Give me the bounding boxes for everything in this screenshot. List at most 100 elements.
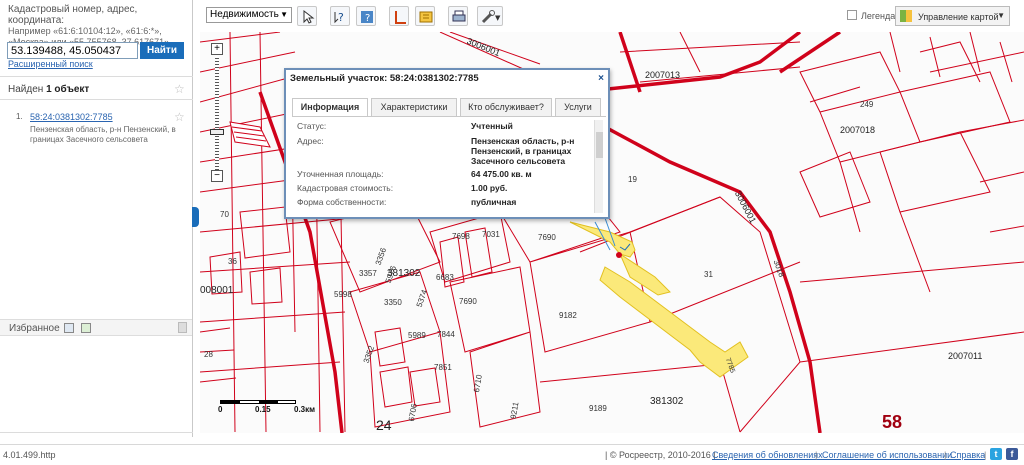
- separator: |: [944, 450, 947, 460]
- trash-icon[interactable]: [178, 322, 187, 333]
- legend-label: Легенда: [861, 11, 896, 21]
- separator: |: [984, 450, 987, 460]
- favorites-import-icon[interactable]: [81, 323, 91, 333]
- map-label: 19: [628, 175, 637, 184]
- cost-value: 1.00 руб.: [471, 183, 508, 193]
- map-label: 5989: [408, 331, 426, 340]
- map-label: 24: [376, 417, 392, 433]
- map-label: 31: [704, 270, 713, 279]
- version-label: 4.01.499.http: [3, 450, 56, 460]
- map-label: 7698: [452, 232, 470, 241]
- zoom-in-button[interactable]: +: [211, 43, 223, 55]
- map-management-button[interactable]: Управление картой ▼: [895, 6, 1010, 26]
- favorites-bar: Избранное: [0, 319, 192, 336]
- measure-icon[interactable]: [389, 6, 409, 26]
- realty-select[interactable]: Недвижимость ▼: [206, 7, 292, 23]
- info-icon[interactable]: ?: [356, 6, 376, 26]
- divider: [0, 99, 193, 100]
- collapse-panel-handle[interactable]: [192, 207, 199, 227]
- tab-information[interactable]: Информация: [292, 98, 368, 117]
- divider: [0, 76, 193, 77]
- map-label: 2007013: [645, 70, 681, 80]
- address-value: Пензенская область, р-н Пензенский, в гр…: [471, 136, 575, 166]
- map-label: 7851: [434, 363, 452, 372]
- tab-who-serves[interactable]: Кто обслуживает?: [460, 98, 552, 116]
- region-number-label: 58: [882, 412, 903, 432]
- map-label: 3357: [359, 269, 377, 278]
- select-icon[interactable]: [297, 6, 317, 26]
- area-value: 64 475.00 кв. м: [471, 169, 532, 179]
- map-label: 70: [220, 210, 229, 219]
- found-count: Найден 1 объект: [8, 84, 89, 95]
- scrollbar-thumb[interactable]: [596, 132, 603, 158]
- result-number: 1.: [16, 112, 23, 121]
- close-icon[interactable]: ×: [598, 73, 604, 84]
- found-count-value: 1 объект: [46, 84, 90, 95]
- layers-icon[interactable]: [415, 6, 435, 26]
- svg-text:?: ?: [365, 13, 370, 24]
- updates-link[interactable]: Сведения об обновлениях: [712, 450, 823, 460]
- identify-icon[interactable]: ?: [330, 6, 350, 26]
- map-label: 5998: [334, 290, 352, 299]
- popup-title: Земельный участок: 58:24:0381302:7785: [290, 73, 479, 84]
- tab-services[interactable]: Услуги: [555, 98, 601, 116]
- scale-zero: 0: [218, 405, 223, 414]
- advanced-search-link[interactable]: Расширенный поиск: [8, 59, 93, 69]
- search-sidebar: Кадастровый номер, адрес, координата: На…: [0, 0, 193, 437]
- zoom-slider-track[interactable]: [215, 56, 219, 170]
- search-input[interactable]: [7, 42, 138, 59]
- svg-text:▼: ▼: [495, 14, 501, 22]
- help-link[interactable]: Справка: [950, 450, 985, 460]
- toolbar: Недвижимость ▼ ? ? ▼ Легенда Управление …: [198, 0, 1024, 32]
- scale-mid: 0.15: [255, 405, 271, 414]
- result-address: Пензенская область, р-н Пензенский, в гр…: [30, 125, 176, 144]
- map-label: 3350: [384, 298, 402, 307]
- parcel-info-popup: Земельный участок: 58:24:0381302:7785 × …: [284, 68, 610, 219]
- map-label: 2007018: [840, 125, 876, 135]
- legend-checkbox[interactable]: [847, 10, 857, 20]
- map-label: 9189: [589, 404, 607, 413]
- footer: 4.01.499.http | © Росреестр, 2010-2016 |…: [0, 444, 1024, 465]
- divider: [0, 432, 193, 433]
- favorites-export-icon[interactable]: [64, 323, 74, 333]
- separator: |: [815, 450, 818, 460]
- zoom-out-button[interactable]: −: [211, 170, 223, 182]
- tabs-divider: [292, 116, 606, 117]
- search-hint-title: Кадастровый номер, адрес, координата:: [8, 4, 138, 26]
- star-icon[interactable]: ☆: [174, 82, 185, 96]
- terms-link[interactable]: Соглашение об использовании: [822, 450, 952, 460]
- zoom-control: + −: [210, 43, 224, 183]
- status-value: Учтенный: [471, 121, 513, 131]
- map-label: 381302: [650, 396, 684, 407]
- map-label: 36: [228, 257, 237, 266]
- zoom-slider-thumb[interactable]: [210, 129, 224, 135]
- map-label: 6683: [436, 273, 454, 282]
- map-label: 28: [204, 350, 213, 359]
- copyright: | © Росреестр, 2010-2016 |: [605, 450, 716, 460]
- ownership-value: публичная: [471, 197, 517, 207]
- facebook-icon[interactable]: f: [1006, 448, 1018, 460]
- area-label: Уточненная площадь:: [297, 169, 384, 179]
- result-cadastral-link[interactable]: 58:24:0381302:7785: [30, 112, 113, 122]
- map-management-label: Управление картой: [918, 12, 999, 22]
- svg-text:?: ?: [338, 11, 344, 24]
- ownership-label: Форма собственности:: [297, 197, 387, 207]
- tools-icon[interactable]: ▼: [477, 6, 503, 26]
- map-label: 9182: [559, 311, 577, 320]
- scale-bar: 0 0.15 0.3км: [218, 396, 318, 416]
- realty-select-value: Недвижимость: [210, 9, 279, 20]
- status-label: Статус:: [297, 121, 327, 131]
- map-label: 008001: [200, 285, 234, 296]
- found-prefix: Найден: [8, 84, 44, 95]
- cost-label: Кадастровая стоимость:: [297, 183, 394, 193]
- twitter-icon[interactable]: t: [990, 448, 1002, 460]
- popup-scrollbar[interactable]: [594, 120, 603, 213]
- map-label: 249: [860, 100, 874, 109]
- address-label: Адрес:: [297, 136, 324, 146]
- star-icon[interactable]: ☆: [174, 110, 185, 124]
- tab-characteristics[interactable]: Характеристики: [371, 98, 457, 116]
- print-icon[interactable]: [448, 6, 468, 26]
- map-label: 7031: [482, 230, 500, 239]
- find-button[interactable]: Найти: [140, 42, 184, 59]
- map-label: 7844: [437, 330, 455, 339]
